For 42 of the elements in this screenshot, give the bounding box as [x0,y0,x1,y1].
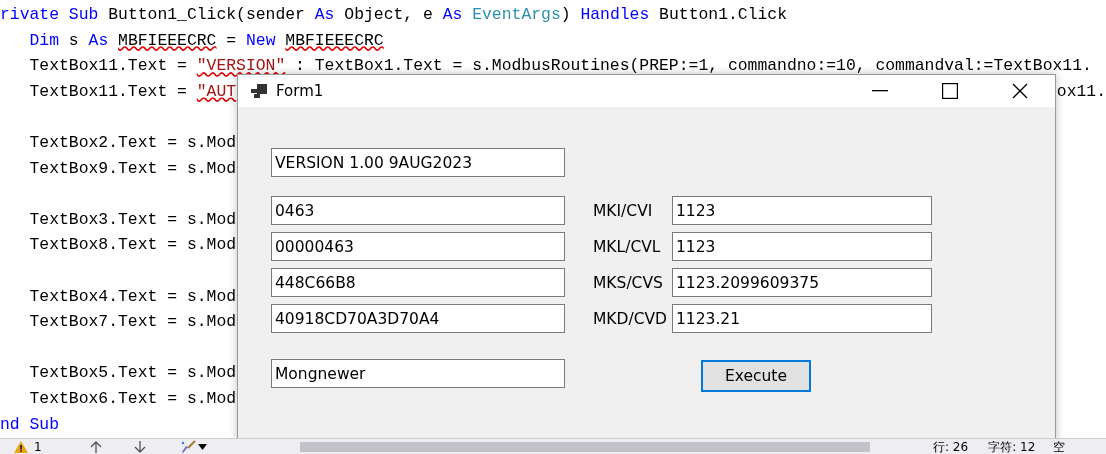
code-line: TextBox9.Text = s.Mod [28,157,237,180]
hex-field[interactable]: 448C66B8 [271,268,565,297]
down-arrow-icon[interactable] [133,441,146,453]
value-field[interactable]: 1123.2099609375 [672,268,932,297]
code-line: rivate Sub Button1_Click(sender As Object, e As EventArgs) Handles Button1.Click [0,4,787,26]
field-label: MKS/CVS [592,273,664,292]
code-line: TextBox7.Text = s.Mod [28,311,237,333]
minimize-icon[interactable] [872,90,888,92]
caret-icon[interactable] [197,444,207,450]
code-line: Dim s As MBFIEEECRC = New MBFIEEECRC [28,29,384,52]
hex-field[interactable]: 40918CD70A3D70A4 [271,304,565,333]
code-line: nd Sub [0,413,60,436]
field-label: MKL/CVL [592,237,662,256]
code-line: TextBox2.Text = s.Mod [28,131,237,154]
hex-field[interactable]: 00000463 [271,232,565,261]
code-line: TextBox11.Text = "AUT [28,80,237,103]
value-field[interactable]: 1123.21 [672,304,932,333]
name-field[interactable]: Mongnewer [271,359,565,388]
up-arrow-icon[interactable] [89,441,102,453]
field-label: MKI/CVI [592,201,654,220]
close-icon[interactable] [1012,83,1028,99]
app-icon [250,83,268,99]
version-field[interactable]: VERSION 1.00 9AUG2023 [271,148,565,177]
code-line: ox11. [1056,80,1106,103]
code-line: TextBox5.Text = s.Mod [28,362,237,384]
value-field[interactable]: 1123 [672,232,932,261]
hex-field[interactable]: 0463 [271,196,565,225]
line-number: 行: 26 [933,439,969,454]
window-title: Form1 [276,82,325,100]
code-line: TextBox11.Text = "VERSION" : TextBox1.Text = s.ModbusRoutines(PREP:=1, commandno:=10, commandval:=TextBox11. [28,55,1092,77]
code-line: TextBox6.Text = s.Mod [28,387,237,410]
warning-icon[interactable] [14,441,28,453]
field-label: MKD/CVD [592,309,669,328]
warning-count: 1 [34,440,42,454]
indent-mode: 空 [1053,439,1066,454]
execute-button[interactable]: Execute [701,360,811,392]
value-field[interactable]: 1123 [672,196,932,225]
column-number: 字符: 12 [988,439,1036,454]
maximize-icon[interactable] [942,83,958,99]
code-line: TextBox8.Text = s.Mod [28,234,237,256]
code-line: TextBox3.Text = s.Mod [28,208,237,231]
code-line: TextBox4.Text = s.Mod [28,285,237,308]
